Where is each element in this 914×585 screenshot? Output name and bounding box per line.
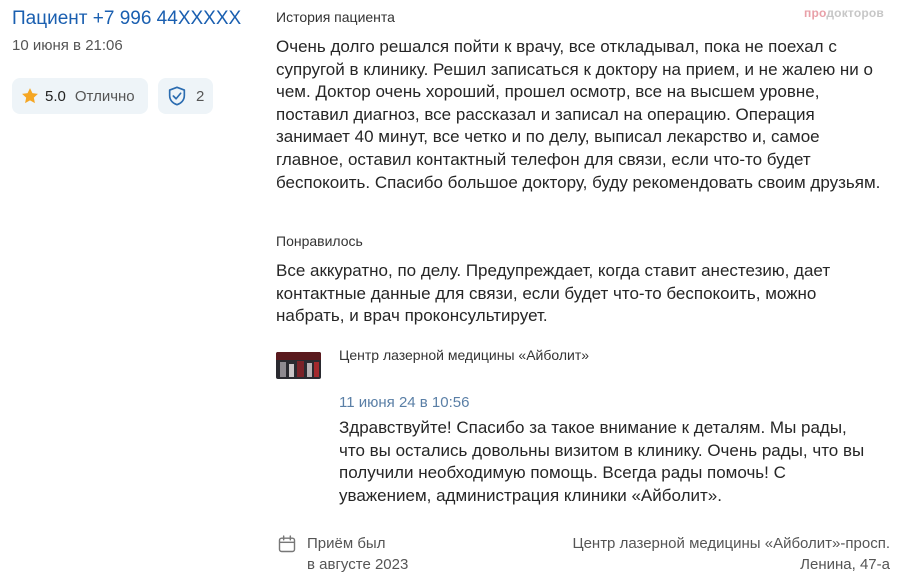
calendar-icon	[278, 535, 296, 553]
history-title: История пациента	[276, 9, 395, 25]
reply-date: 11 июня 24 в 10:56	[339, 394, 470, 411]
patient-name[interactable]: Пациент +7 996 44XXXXX	[12, 8, 241, 30]
clinic-name[interactable]: Центр лазерной медицины «Айболит»	[339, 347, 589, 363]
prodoktorov-logo: продокторов	[804, 6, 884, 20]
verification-badge[interactable]: 2	[158, 78, 213, 114]
history-text: Очень долго решался пойти к врачу, все о…	[276, 37, 881, 192]
rating-score: 5.0	[45, 87, 66, 105]
liked-text: Все аккуратно, по делу. Предупреждает, к…	[276, 261, 831, 326]
visit-date-label: Приём был	[307, 535, 386, 552]
clinic-address-line2[interactable]: Ленина, 47-а	[800, 556, 890, 573]
rating-badge: 5.0 Отлично	[12, 78, 148, 114]
logo-rest-text: докторов	[826, 6, 884, 20]
clinic-address-line1[interactable]: Центр лазерной медицины «Айболит»-просп.	[572, 535, 890, 552]
star-icon	[22, 88, 38, 104]
liked-title: Понравилось	[276, 233, 363, 249]
reply-text: Здравствуйте! Спасибо за такое внимание …	[339, 418, 865, 505]
visit-date-value: в августе 2023	[307, 556, 409, 573]
verification-count: 2	[196, 87, 205, 105]
clinic-avatar[interactable]	[276, 352, 321, 379]
logo-accent-text: про	[804, 6, 827, 20]
shield-check-icon	[168, 86, 186, 106]
rating-label: Отлично	[74, 87, 135, 105]
review-date: 10 июня в 21:06	[12, 37, 123, 54]
